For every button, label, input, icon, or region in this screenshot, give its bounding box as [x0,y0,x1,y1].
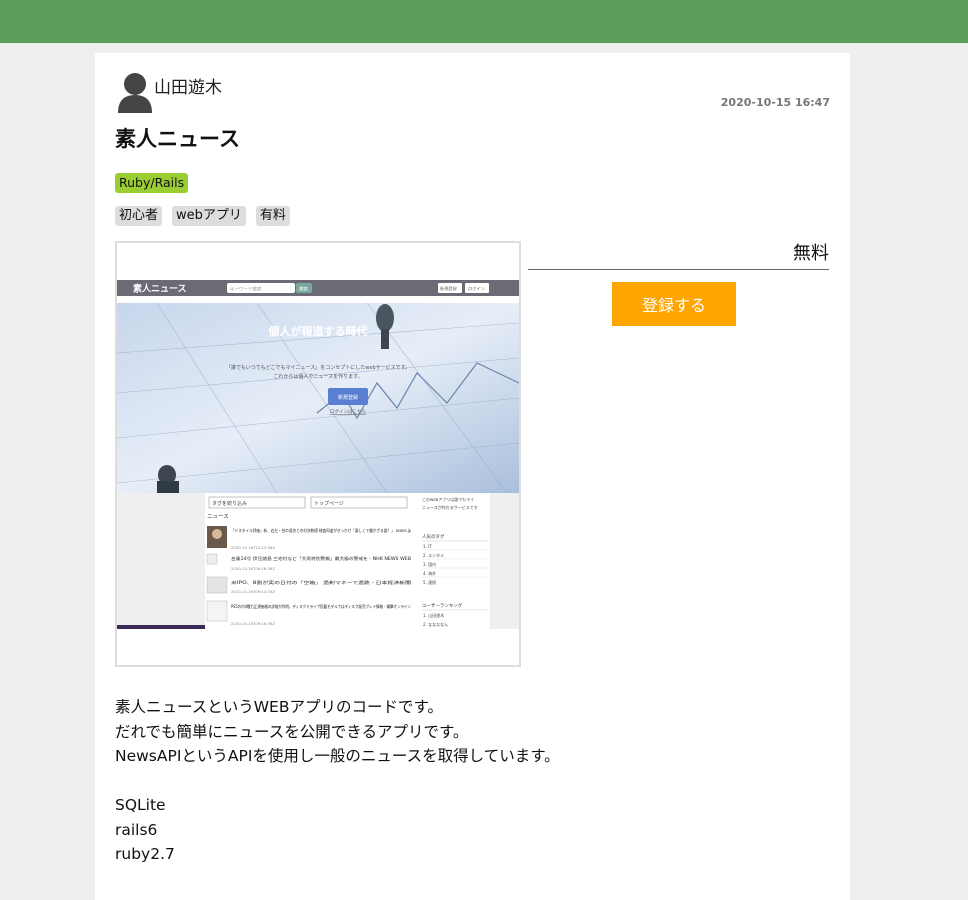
shot-tag-1: 1. IT [423,544,432,549]
shot-search-label: 検索 [299,286,308,293]
post-title: 素人ニュース [115,127,240,151]
shot-hero-text-2: これからは個人でニュースを作ります。 [273,373,362,380]
shot-ranking-2: 2. ななななん [423,621,448,627]
user-avatar-icon[interactable] [117,71,153,113]
shot-site-name: 素人ニュース [133,283,187,295]
shot-signup: 新規登録 [440,285,458,292]
shot-tag-select: タグを絞り込み [212,500,247,507]
shot-popular-tags: 人気のタグ [422,533,445,540]
author-name[interactable]: 山田遊木 [154,73,222,98]
post-description: 素人ニュースというWEBアプリのコードです。 だれでも簡単にニュースを公開できる… [115,695,560,867]
tag-list: 初心者 webアプリ 有料 [115,206,290,226]
description-line: 素人ニュースというWEBアプリのコードです。 [115,698,443,716]
app-screenshot-thumbnail: 素人ニュース キーワード検索 検索 新規登録 ログイン 個人が報道する時代 「誰… [115,241,521,667]
shot-page-select: トップページ [314,501,344,507]
shot-hero-text-1: 「誰でもいつでもどこでもマイニュース」をコンセプトにしたwebサービスです。 [226,364,410,371]
tech-item: rails6 [115,820,158,839]
shot-tag-2: 2. エンタメ [423,552,444,558]
shot-news-date-1: 2020-10-16T12:13:36Z [231,545,275,550]
shot-news-title-3: 米IPO、8割が実の日付の「空箱」 過剰マネーで過熱 - 日本経済新聞 [231,579,411,586]
tech-item: ruby2.7 [115,845,175,863]
category-badge[interactable]: Ruby/Rails [115,173,189,193]
post-card: 山田遊木 2020-10-15 16:47 素人ニュース Ruby/Rails … [95,53,850,900]
shot-news-date-4: 2020-10-16T09:16:36Z [231,621,275,626]
post-date: 2020-10-15 16:47 [720,96,830,109]
register-button[interactable]: 登録する [612,282,736,326]
shot-hero-title: 個人が報道する時代 [268,324,368,338]
shot-side-text-1: このwebアプリは誰でもマイ [422,496,474,502]
price-label: 無料 [528,238,829,270]
shot-tag-4: 4. 海外 [423,570,436,576]
shot-news-date-3: 2020-10-16T09:14:16Z [231,589,275,594]
shot-tag-3: 3. 国内 [423,561,436,567]
description-line: だれでも簡単にニュースを公開できるアプリです。 [115,722,469,741]
shot-news-title-4: PS5の内4種力正規価格の詳細が判明。ディスクドライブ搭載モデルではディスク販売… [231,603,411,610]
shot-hero-button-label: 新規登録 [338,394,358,401]
shot-search-placeholder: キーワード検索 [230,286,262,293]
shot-login: ログイン [468,285,485,292]
shot-news-title-2: 台風14号 伊豆諸島 三宅村など「大雨特別警報」最大級の警戒を - NHK NE… [231,555,411,562]
shot-ranking-label: ユーザーランキング [422,602,463,609]
shot-side-text-2: ニュースが作れるサービスです [422,504,478,510]
tag-beginner[interactable]: 初心者 [115,206,163,226]
tag-paid[interactable]: 有料 [255,206,290,226]
tech-item: SQLite [115,796,166,814]
top-navbar [0,0,968,43]
shot-ranking-1: 1. 山田遊木 [423,612,444,618]
shot-news-label: ニュース [207,513,229,520]
shot-hero-link: ログインはこちら [330,408,366,415]
shot-tag-5: 5. 連続 [423,579,436,585]
description-line: NewsAPIというAPIを使用し一般のニュースを取得しています。 [115,747,560,765]
tag-webapp[interactable]: webアプリ [172,206,246,226]
shot-news-title-1: 「ドスタイル評価」新、右左・芸の混合との対決数値 検査同盗がきっかけ「楽しくて働… [231,527,411,534]
shot-news-date-2: 2020-10-16T06:16:36Z [231,566,275,571]
